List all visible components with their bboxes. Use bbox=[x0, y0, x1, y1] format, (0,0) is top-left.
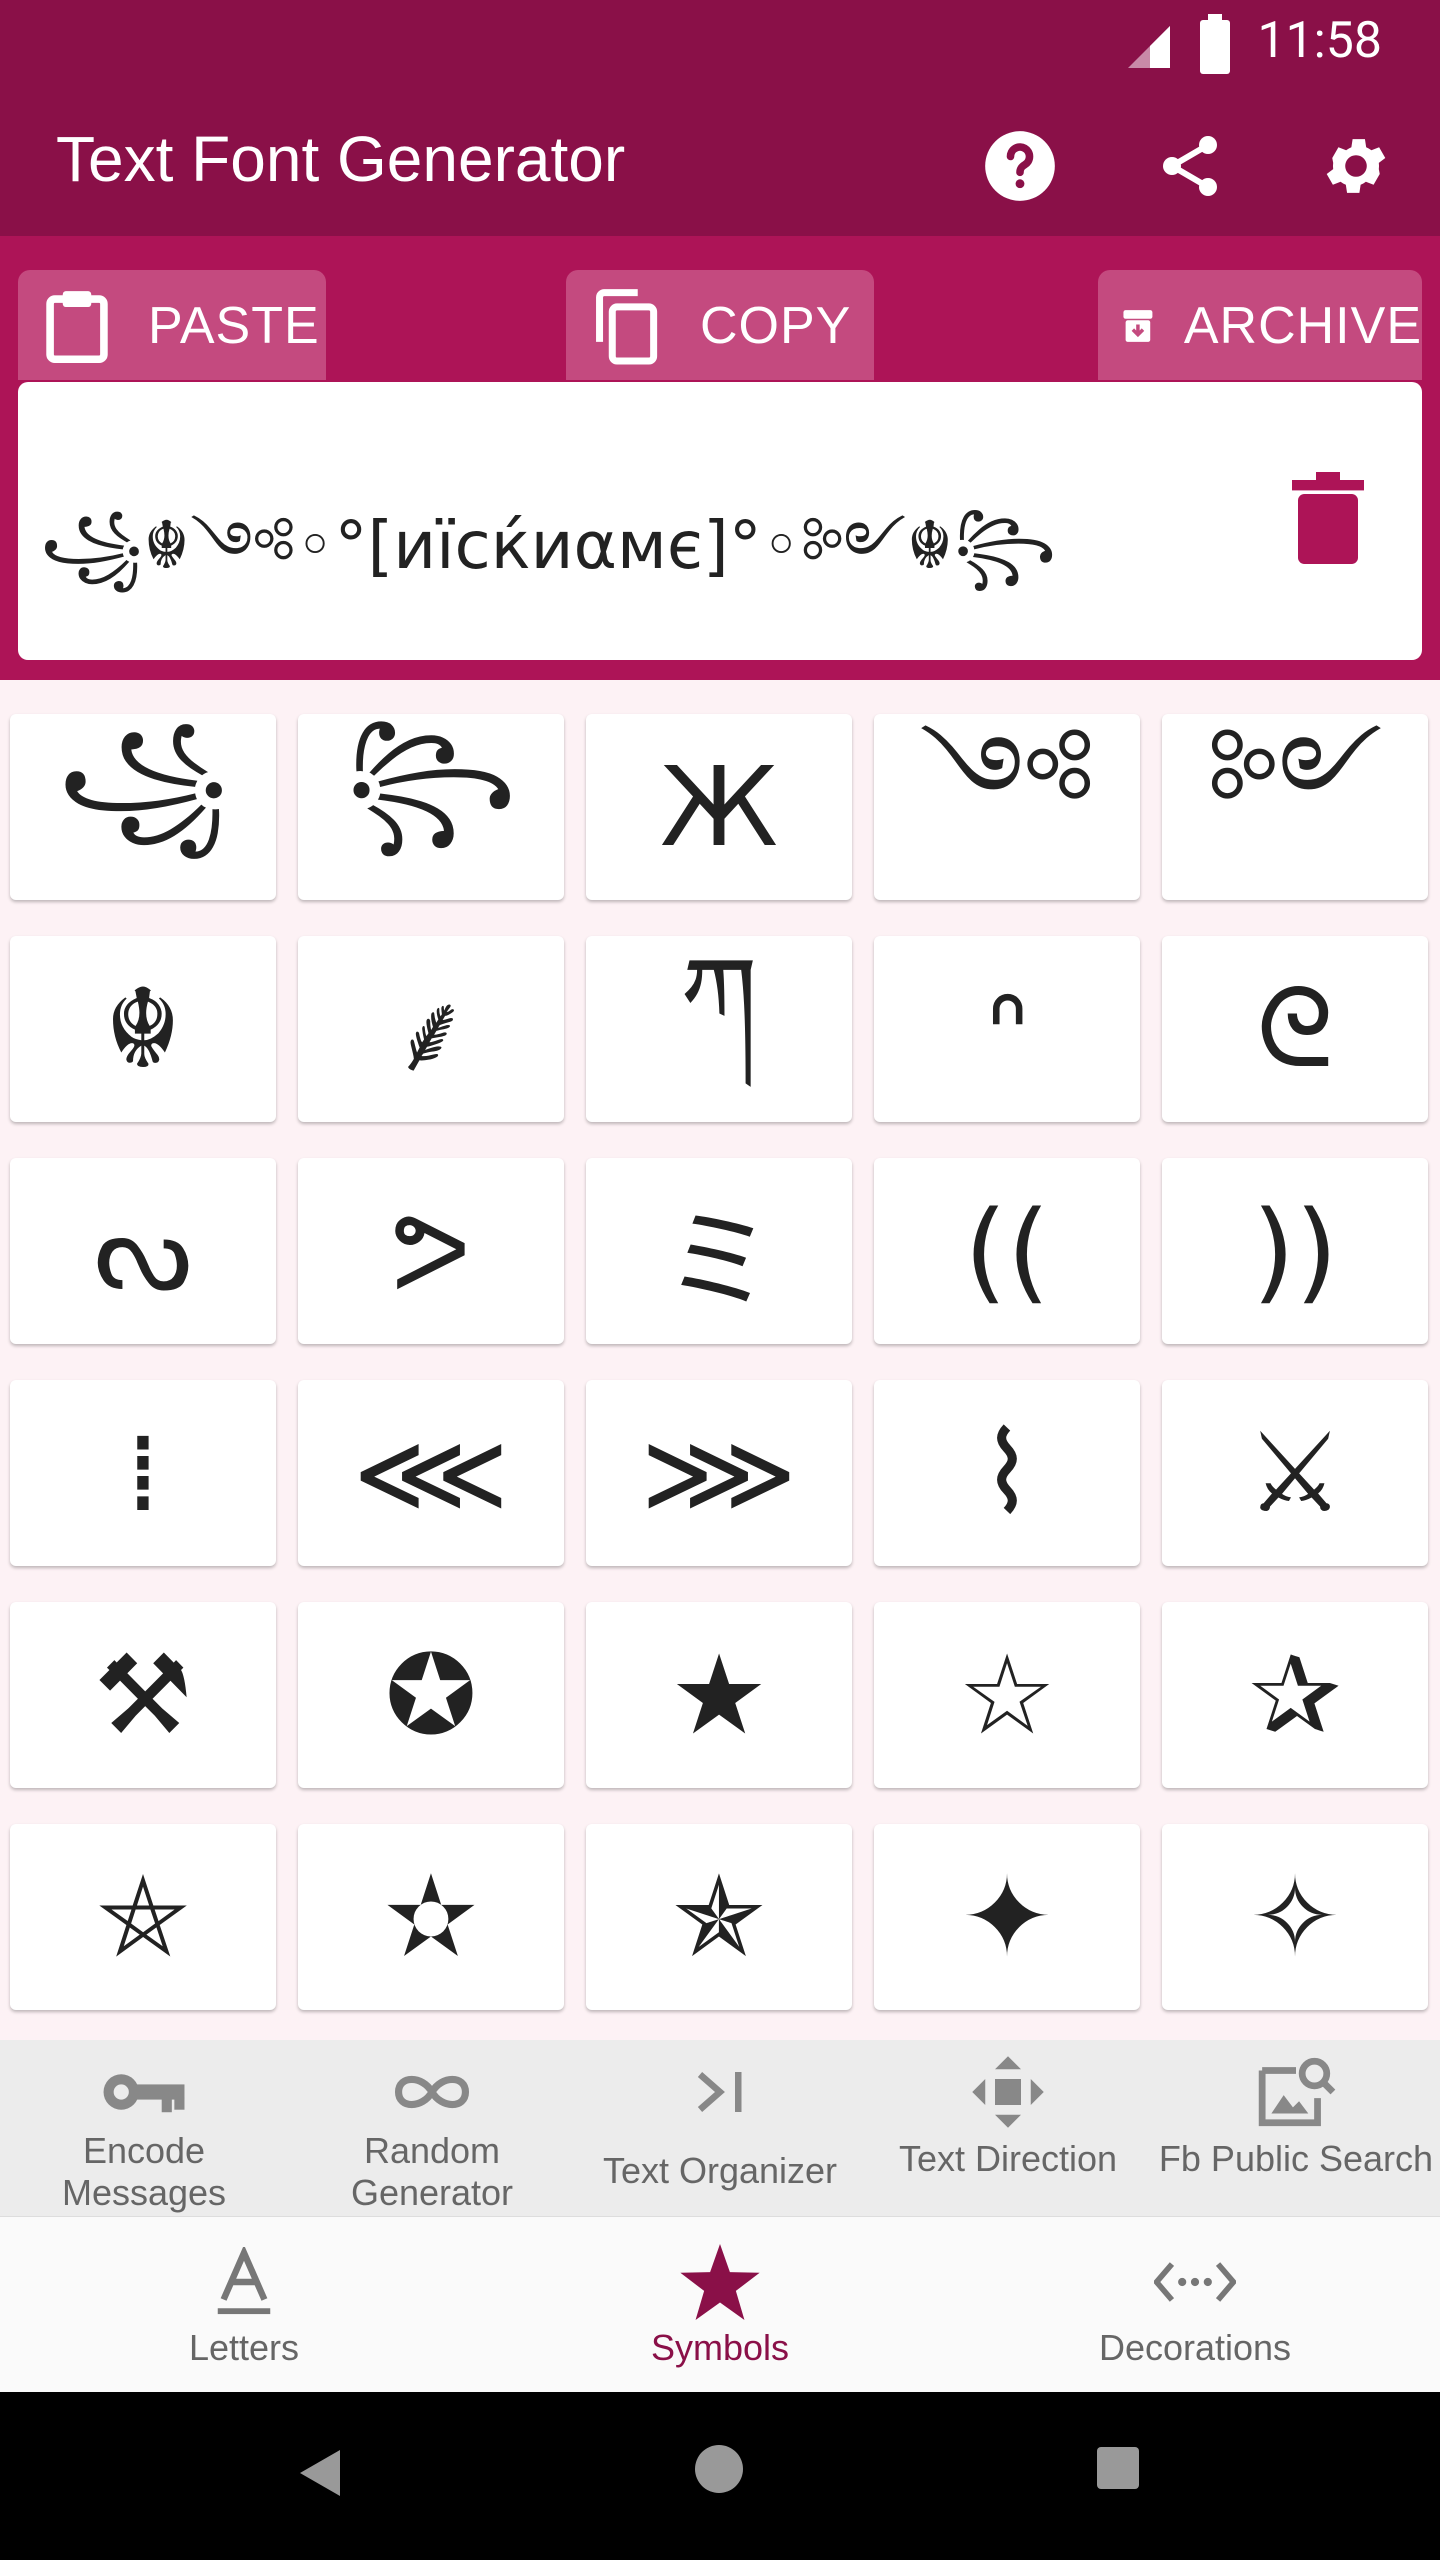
tool-text-organizer[interactable]: Text Organizer bbox=[576, 2040, 864, 2216]
tool-label: Text Direction bbox=[898, 2138, 1118, 2179]
tool-encode-messages[interactable]: Encode Messages bbox=[0, 2040, 288, 2216]
tool-label: Encode Messages bbox=[61, 2130, 227, 2213]
symbol-cell[interactable]: ꧁ bbox=[10, 714, 276, 900]
delete-button[interactable] bbox=[1288, 470, 1368, 571]
symbol-cell[interactable]: ⌇ bbox=[874, 1380, 1140, 1566]
nav-label: Symbols bbox=[650, 2327, 790, 2368]
archive-label: ARCHIVE bbox=[1183, 297, 1422, 355]
symbol-cell[interactable]: ᘓ bbox=[1162, 936, 1428, 1122]
symbol-cell[interactable]: ★ bbox=[586, 1602, 852, 1788]
copy-icon bbox=[596, 289, 658, 365]
symbol-cell[interactable]: ᔓ bbox=[10, 1158, 276, 1344]
app-title: Text Font Generator bbox=[56, 123, 626, 195]
symbol-cell[interactable]: ⋘ bbox=[298, 1380, 564, 1566]
symbol-cell[interactable]: ꧂ bbox=[298, 714, 564, 900]
archive-icon bbox=[1123, 310, 1153, 342]
tool-label: Fb Public Search bbox=[1158, 2138, 1434, 2179]
symbol-cell[interactable]: ✫ bbox=[298, 1824, 564, 2010]
system-navigation bbox=[0, 2392, 1440, 2560]
help-button[interactable] bbox=[968, 114, 1072, 218]
symbol-cell[interactable]: ⁞ bbox=[10, 1380, 276, 1566]
symbol-cell[interactable]: ✰ bbox=[1162, 1602, 1428, 1788]
settings-button[interactable] bbox=[1304, 114, 1408, 218]
bottom-navigation: Letters Symbols Decorations bbox=[0, 2216, 1440, 2392]
tool-fb-public-search[interactable]: Fb Public Search bbox=[1152, 2040, 1440, 2216]
nav-symbols[interactable]: Symbols bbox=[480, 2217, 960, 2393]
symbol-cell[interactable]: ミ bbox=[586, 1158, 852, 1344]
gear-icon bbox=[1326, 139, 1386, 193]
battery-icon bbox=[1200, 14, 1230, 74]
symbol-cell[interactable]: ⋙ bbox=[586, 1380, 852, 1566]
copy-label: COPY bbox=[700, 297, 852, 355]
preview-text[interactable]: ꧁☬༺◦°[иїсќиαмє]°◦༻☬꧂ bbox=[40, 472, 1056, 658]
symbol-cell[interactable]: (( bbox=[874, 1158, 1140, 1344]
symbol-cell[interactable]: ✧ bbox=[1162, 1824, 1428, 2010]
help-icon bbox=[985, 131, 1055, 201]
symbol-cell[interactable]: ᐢ bbox=[874, 936, 1140, 1122]
archive-button[interactable]: ARCHIVE bbox=[1098, 270, 1422, 382]
symbol-cell[interactable]: ✪ bbox=[298, 1602, 564, 1788]
star-icon bbox=[680, 2244, 760, 2320]
symbol-cell[interactable]: Ж bbox=[586, 714, 852, 900]
tool-label: Random Generator bbox=[350, 2130, 514, 2213]
status-bar: 11:58 bbox=[0, 0, 1440, 96]
clipboard-icon bbox=[46, 291, 108, 364]
symbol-cell[interactable]: ✦ bbox=[874, 1824, 1140, 2010]
signal-icon bbox=[1128, 26, 1170, 68]
infinity-icon bbox=[394, 2075, 470, 2109]
copy-button[interactable]: COPY bbox=[566, 270, 874, 382]
symbol-cell[interactable]: ⚔ bbox=[1162, 1380, 1428, 1566]
back-icon[interactable] bbox=[298, 2448, 342, 2498]
symbol-cell[interactable]: ཀ bbox=[586, 936, 852, 1122]
symbols-grid: ꧁ ꧂ Ж ༺ ༻ ☬ ⸙ ཀ ᐢ ᘓ ᔓ ᕗ ミ(()) ⁞ ⋘ ⋙ ⌇ ⚔ ⚒ ✪ ★ ☆ ✰ ⛤ ✫ ✯ ✦ ✧ bbox=[0, 680, 1440, 2040]
symbol-cell[interactable]: ⚒ bbox=[10, 1602, 276, 1788]
symbol-cell[interactable]: ☬ bbox=[10, 936, 276, 1122]
status-time: 11:58 bbox=[1257, 12, 1382, 70]
app-bar: Text Font Generator bbox=[0, 96, 1440, 236]
symbol-cell[interactable]: ⸙ bbox=[298, 936, 564, 1122]
tool-text-direction[interactable]: Text Direction bbox=[864, 2040, 1152, 2216]
preview-card: ꧁☬༺◦°[иїсќиαмє]°◦༻☬꧂ bbox=[18, 382, 1422, 660]
paste-button[interactable]: PASTE bbox=[18, 270, 326, 382]
tool-random-generator[interactable]: Random Generator bbox=[288, 2040, 576, 2216]
share-button[interactable] bbox=[1138, 114, 1242, 218]
symbol-cell[interactable]: ✯ bbox=[586, 1824, 852, 2010]
recents-icon[interactable] bbox=[1096, 2446, 1140, 2490]
nav-label: Decorations bbox=[1098, 2327, 1292, 2368]
paste-label: PASTE bbox=[148, 297, 320, 355]
trash-icon bbox=[1292, 472, 1364, 564]
symbol-cell[interactable]: ☆ bbox=[874, 1602, 1140, 1788]
tools-bar: Encode Messages Random Generator Text Or… bbox=[0, 2040, 1440, 2216]
tool-label: Text Organizer bbox=[602, 2150, 838, 2191]
image-search-icon bbox=[1258, 2057, 1336, 2127]
nav-decorations[interactable]: Decorations bbox=[955, 2217, 1435, 2393]
symbol-cell[interactable]: )) bbox=[1162, 1158, 1428, 1344]
share-icon bbox=[1163, 136, 1217, 196]
nav-label: Letters bbox=[188, 2327, 300, 2368]
symbol-cell[interactable]: ༺ bbox=[874, 714, 1140, 900]
arrows-move-icon bbox=[972, 2056, 1044, 2128]
symbol-cell[interactable]: ༻ bbox=[1162, 714, 1428, 900]
symbol-cell[interactable]: ⛤ bbox=[10, 1824, 276, 2010]
home-icon[interactable] bbox=[694, 2444, 744, 2494]
action-toolbar: PASTE COPY ARCHIVE bbox=[0, 236, 1440, 382]
symbol-cell[interactable]: ᕗ bbox=[298, 1158, 564, 1344]
code-dots-icon bbox=[1154, 2262, 1236, 2302]
key-icon bbox=[103, 2074, 185, 2113]
nav-letters[interactable]: Letters bbox=[4, 2217, 484, 2393]
chevron-bar-icon bbox=[697, 2072, 742, 2112]
letter-a-icon bbox=[217, 2247, 271, 2315]
